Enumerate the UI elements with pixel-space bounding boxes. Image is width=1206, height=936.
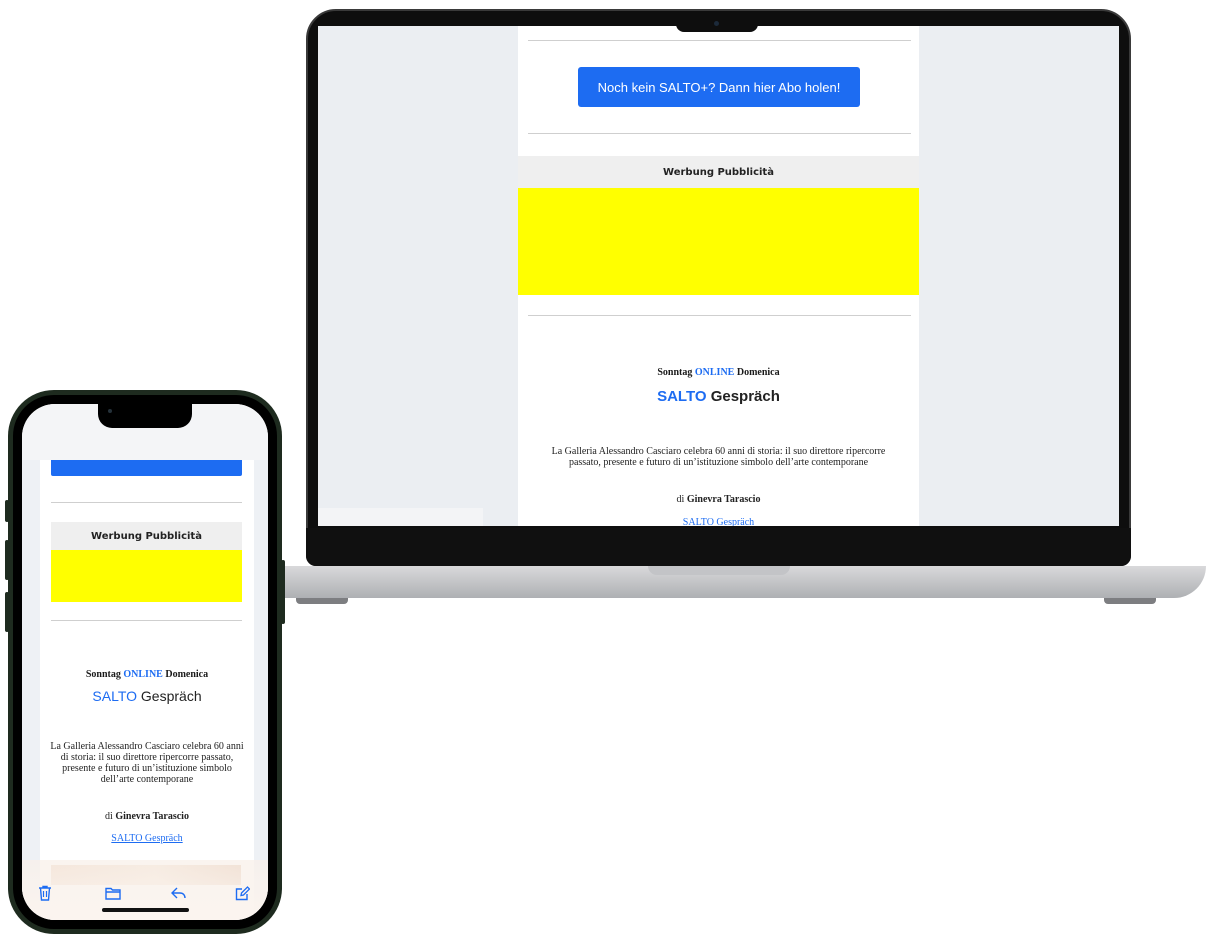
heading-brand: SALTO [92, 688, 138, 704]
phone-email-body: Werbung Pubblicità Sonntag ONLINE Domeni… [40, 460, 254, 920]
laptop-left-panel [318, 26, 518, 526]
phone-notch [98, 404, 192, 428]
ad-banner[interactable] [518, 188, 919, 295]
section-heading: SALTO Gespräch [40, 688, 254, 704]
phone-right-gutter [254, 460, 268, 920]
author-name: Ginevra Tarascio [115, 811, 189, 822]
section-heading: SALTO Gespräch [518, 388, 919, 405]
laptop-bottom-panel [318, 508, 483, 526]
laptop-foot [296, 598, 348, 604]
home-indicator[interactable] [102, 908, 189, 912]
divider [528, 315, 911, 316]
laptop-thumb-notch [648, 566, 790, 575]
camera-icon [108, 409, 112, 413]
heading-brand: SALTO [657, 388, 707, 405]
kicker-text: Domenica [165, 669, 209, 680]
laptop-chin [306, 528, 1131, 566]
phone-left-gutter [22, 460, 40, 920]
author-prefix: di [676, 494, 685, 505]
newsletter-kicker: Sonntag ONLINE Domenica [40, 669, 254, 680]
laptop-email-body: Noch kein SALTO+? Dann hier Abo holen! W… [518, 26, 919, 526]
kicker-text: Domenica [736, 367, 780, 378]
folder-icon[interactable] [104, 884, 122, 902]
reply-icon[interactable] [170, 884, 188, 902]
article-author: di Ginevra Tarascio [40, 811, 254, 822]
laptop-right-panel [919, 26, 1119, 526]
camera-icon [714, 21, 719, 26]
laptop-screen: Noch kein SALTO+? Dann hier Abo holen! W… [318, 26, 1119, 526]
article-teaser: La Galleria Alessandro Casciaro celebra … [551, 446, 886, 468]
laptop-foot [1104, 598, 1156, 604]
compose-icon[interactable] [233, 884, 251, 902]
kicker-highlight: ONLINE [694, 367, 735, 378]
article-link[interactable]: SALTO Gespräch [518, 517, 919, 526]
kicker-text: Sonntag [657, 367, 693, 378]
kicker-highlight: ONLINE [123, 669, 163, 680]
article-teaser: La Galleria Alessandro Casciaro celebra … [50, 741, 244, 785]
subscribe-button[interactable] [51, 460, 242, 476]
article-link[interactable]: SALTO Gespräch [40, 833, 254, 844]
author-name: Ginevra Tarascio [686, 494, 761, 505]
divider [528, 40, 911, 41]
newsletter-kicker: Sonntag ONLINE Domenica [518, 367, 919, 378]
ad-label: Werbung Pubblicità [518, 156, 919, 188]
divider [51, 620, 242, 621]
kicker-text: Sonntag [85, 669, 121, 680]
ad-banner[interactable] [51, 550, 242, 602]
heading-text: Gespräch [710, 388, 780, 405]
divider [51, 502, 242, 503]
divider [528, 133, 911, 134]
author-prefix: di [105, 811, 113, 822]
ad-label: Werbung Pubblicità [51, 522, 242, 550]
trash-icon[interactable] [36, 884, 54, 902]
subscribe-button[interactable]: Noch kein SALTO+? Dann hier Abo holen! [578, 67, 860, 107]
heading-text: Gespräch [140, 688, 202, 704]
phone-screen: Werbung Pubblicità Sonntag ONLINE Domeni… [22, 404, 268, 920]
article-author: di Ginevra Tarascio [518, 494, 919, 505]
